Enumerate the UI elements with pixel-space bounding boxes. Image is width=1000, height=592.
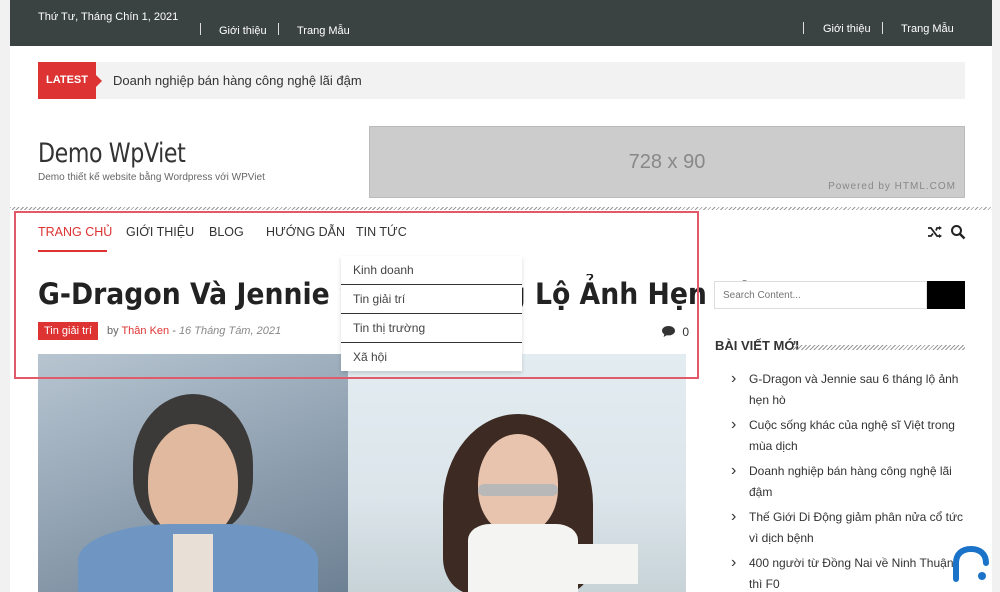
topbar-link-sample[interactable]: Trang Mẫu — [297, 25, 350, 37]
nav-active-indicator — [38, 250, 107, 252]
topbar-right-link-sample[interactable]: Trang Mẫu — [901, 23, 954, 35]
latest-label: LATEST — [38, 62, 96, 99]
ad-size-label: 728 x 90 — [628, 151, 706, 173]
recent-post-item[interactable]: Thế Giới Di Động giảm phân nửa cổ tức vì… — [731, 506, 965, 549]
article-featured-image[interactable] — [38, 354, 686, 592]
floating-widget-icon[interactable] — [952, 545, 990, 583]
nav-news[interactable]: TIN TỨC — [356, 225, 407, 239]
widget-title-divider — [793, 345, 965, 350]
image-right-portrait — [348, 354, 686, 592]
divider — [803, 22, 804, 34]
nav-about[interactable]: GIỚI THIỆU — [126, 225, 194, 239]
author-link[interactable]: Thân Ken — [121, 325, 169, 337]
recent-post-item[interactable]: Cuộc sống khác của nghệ sĩ Việt trong mù… — [731, 414, 965, 457]
recent-post-item[interactable]: G-Dragon và Jennie sau 6 tháng lộ ảnh hẹ… — [731, 368, 965, 411]
ad-powered-by: Powered by HTML.COM — [828, 181, 956, 192]
search-input[interactable] — [714, 281, 927, 309]
site-title[interactable]: Demo WpViet — [38, 138, 186, 169]
nav-home[interactable]: TRANG CHỦ — [38, 225, 112, 239]
dropdown-item-market[interactable]: Tin thị trường — [341, 314, 522, 343]
ad-banner[interactable]: 728 x 90 Powered by HTML.COM — [369, 126, 965, 198]
by-label: by — [106, 325, 119, 337]
article-date: 16 Tháng Tám, 2021 — [178, 325, 282, 337]
latest-arrow — [96, 75, 102, 87]
recent-posts-list: G-Dragon và Jennie sau 6 tháng lộ ảnh hẹ… — [731, 368, 965, 592]
dropdown-item-entertainment[interactable]: Tin giải trí — [341, 285, 522, 314]
recent-post-item[interactable]: Doanh nghiệp bán hàng công nghệ lãi đậm — [731, 460, 965, 503]
topbar-link-about[interactable]: Giới thiệu — [219, 25, 267, 37]
nav-guide[interactable]: HƯỚNG DẪN — [266, 225, 345, 239]
meta-separator: - — [172, 325, 179, 337]
latest-ticker: LATEST Doanh nghiệp bán hàng công nghệ l… — [38, 62, 965, 99]
comment-icon — [662, 326, 675, 337]
comment-count-value: 0 — [682, 325, 690, 339]
category-badge[interactable]: Tin giải trí — [38, 322, 98, 340]
comment-count[interactable]: 0 — [662, 325, 689, 339]
recent-posts-title: BÀI VIẾT MỚI — [715, 338, 800, 353]
article-meta: Tin giải trí by Thân Ken - 16 Tháng Tám,… — [38, 322, 281, 340]
dropdown-item-society[interactable]: Xã hội — [341, 343, 522, 372]
image-left-portrait — [38, 354, 348, 592]
main-nav: TRANG CHỦ GIỚI THIỆU BLOG HƯỚNG DẪN TIN … — [10, 210, 992, 254]
divider — [200, 23, 201, 35]
search-button[interactable] — [927, 281, 965, 309]
topbar-right-link-about[interactable]: Giới thiệu — [823, 23, 871, 35]
latest-headline[interactable]: Doanh nghiệp bán hàng công nghệ lãi đậm — [113, 73, 362, 88]
search-icon[interactable] — [950, 224, 966, 240]
top-bar: Thứ Tư, Tháng Chín 1, 2021 Giới thiệu Tr… — [10, 0, 992, 46]
current-date: Thứ Tư, Tháng Chín 1, 2021 — [38, 11, 179, 23]
divider — [882, 22, 883, 34]
news-dropdown-menu: Kinh doanh Tin giải trí Tin thị trường X… — [341, 256, 522, 371]
site-description: Demo thiết kế website bằng Wordpress với… — [38, 172, 265, 183]
divider — [278, 23, 279, 35]
recent-post-item[interactable]: 400 người từ Đồng Nai về Ninh Thuận thì … — [731, 552, 965, 592]
dropdown-item-business[interactable]: Kinh doanh — [341, 256, 522, 285]
shuffle-icon[interactable] — [927, 224, 943, 240]
nav-blog[interactable]: BLOG — [209, 225, 244, 239]
